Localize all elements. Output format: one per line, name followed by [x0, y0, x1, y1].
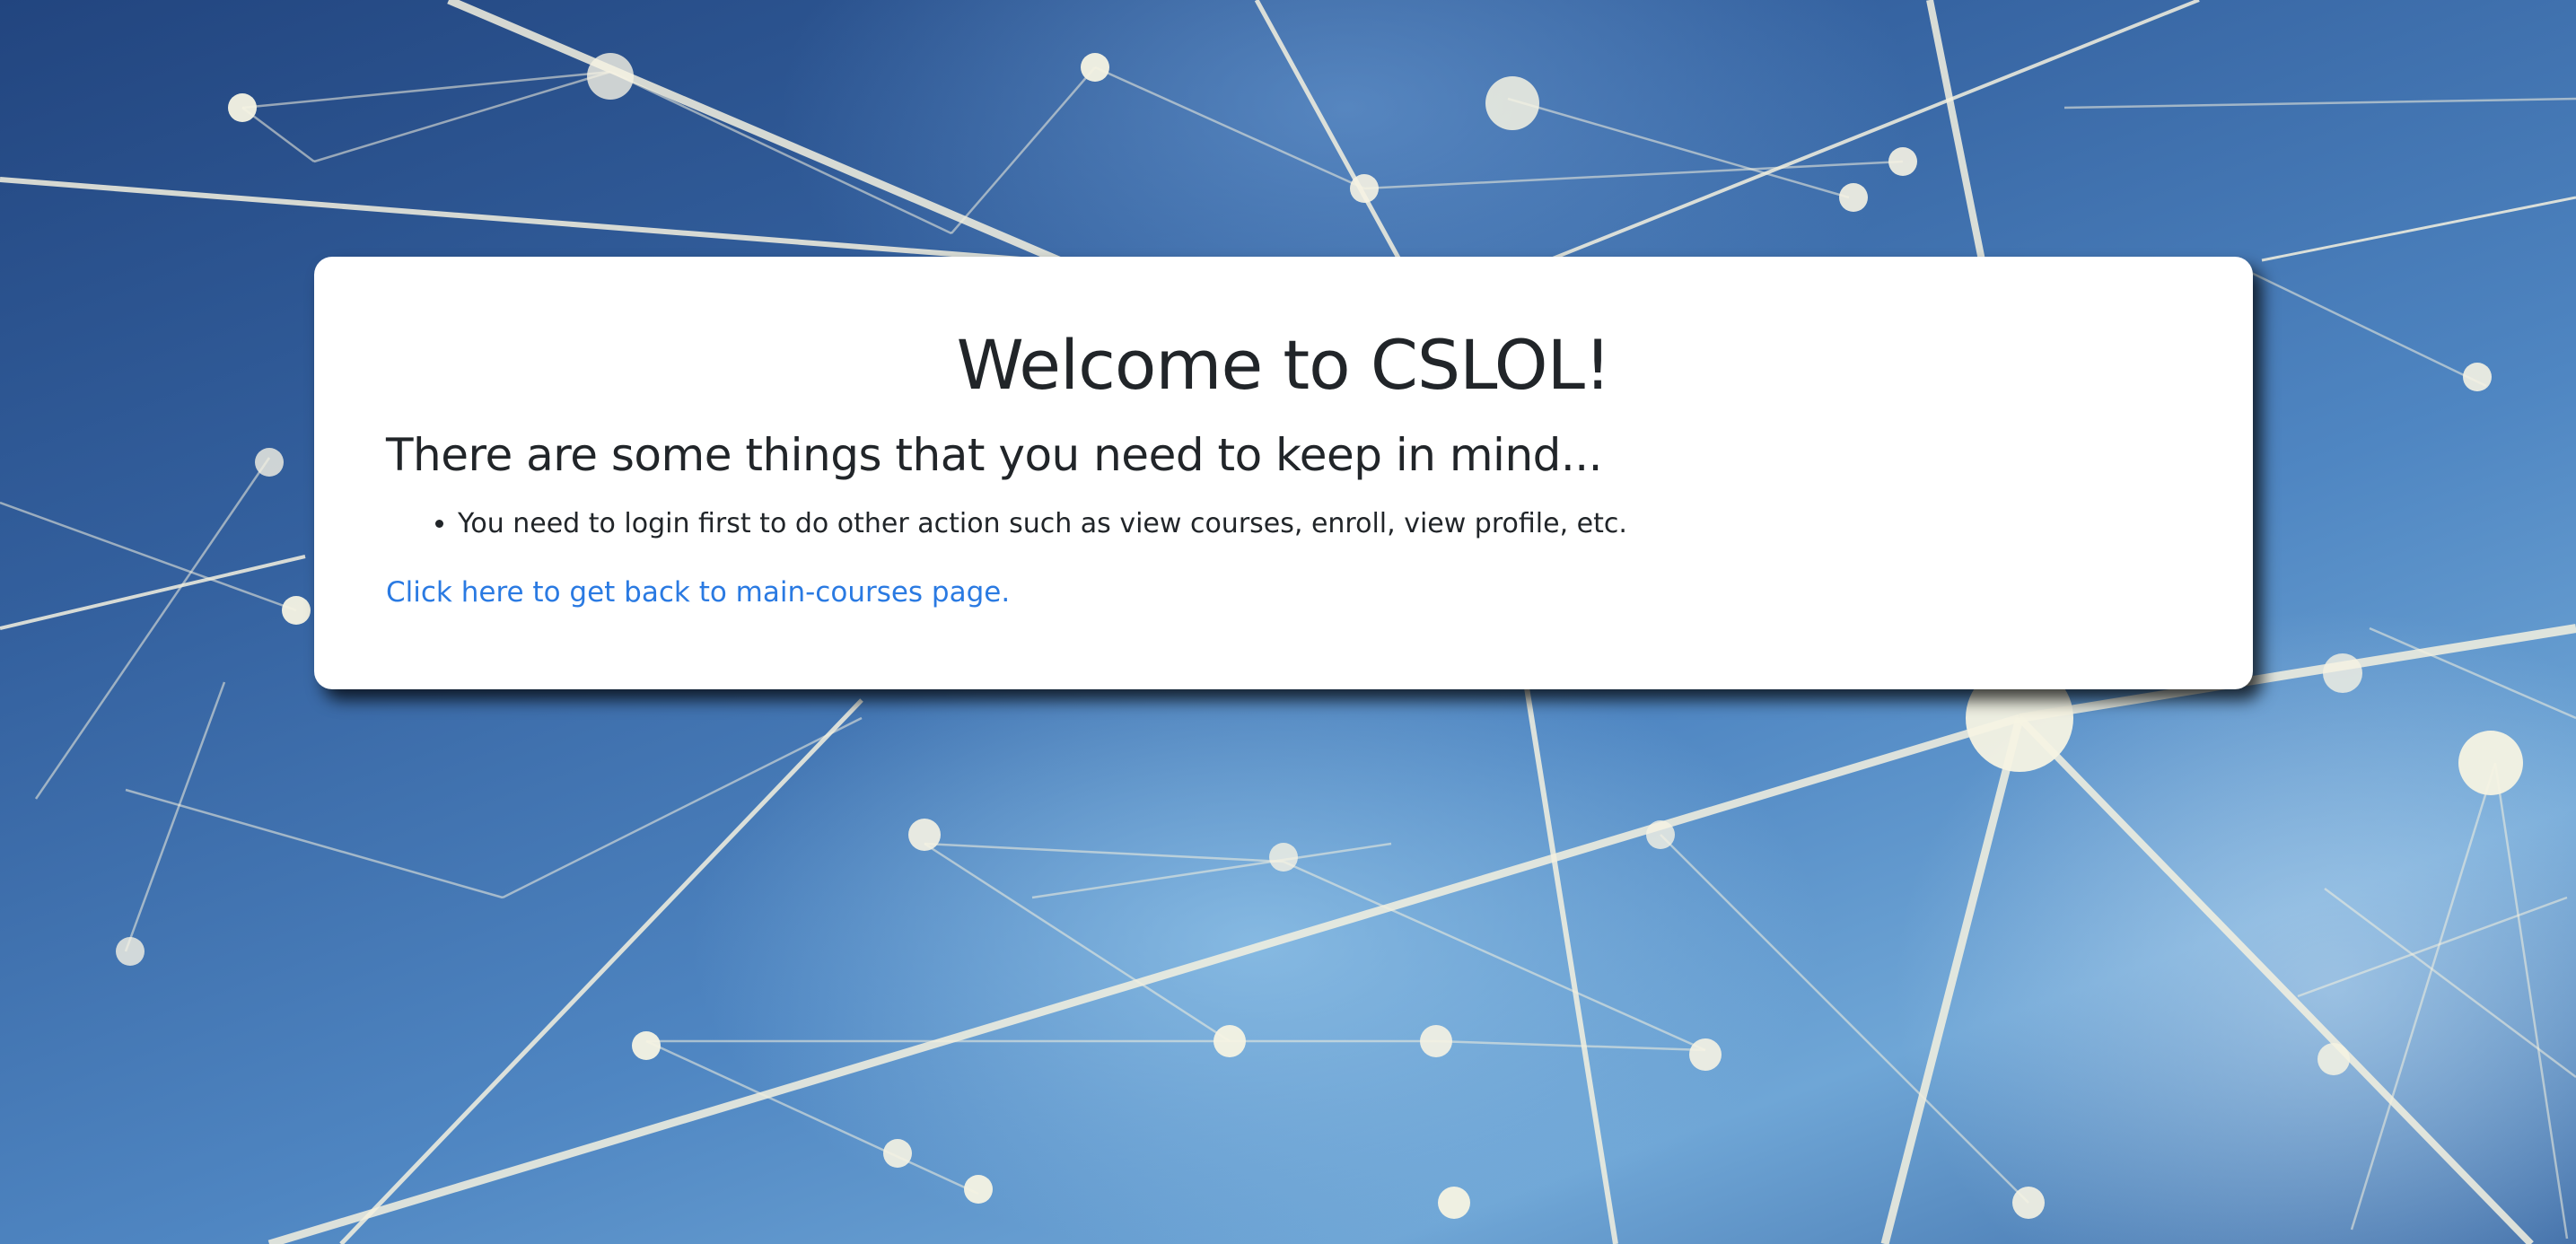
notes-list: You need to login first to do other acti… [386, 506, 1627, 542]
page-subtitle: There are some things that you need to k… [386, 429, 1603, 481]
list-item: You need to login first to do other acti… [458, 506, 1627, 542]
welcome-card: Welcome to CSLOL! There are some things … [314, 257, 2253, 689]
page-title: Welcome to CSLOL! [956, 325, 1612, 405]
back-to-courses-link[interactable]: Click here to get back to main-courses p… [386, 576, 1010, 609]
